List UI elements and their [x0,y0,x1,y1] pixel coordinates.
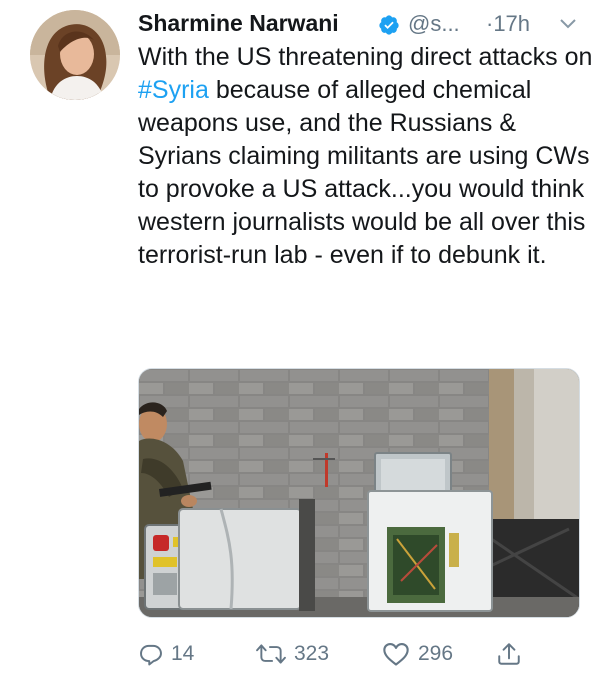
retweet-icon [256,644,286,664]
tweet-text-part: With the US threatening direct attacks o… [138,43,593,71]
reply-icon [140,644,162,666]
like-button[interactable]: 296 [382,638,466,670]
avatar[interactable] [30,10,120,100]
tweet-image[interactable] [138,368,580,618]
like-icon [383,643,409,666]
reply-count: 14 [171,642,195,665]
share-icon [498,643,520,665]
reply-button[interactable]: 14 [138,638,208,670]
tweet-text: With the US threatening direct attacks o… [138,41,593,272]
author-name[interactable]: Sharmine Narwani [138,10,339,37]
tweet-actions: 14 323 296 [138,638,578,670]
tweet-text-part: because of alleged chemical weapons use,… [138,76,590,269]
retweet-count: 323 [294,642,330,665]
hashtag-link[interactable]: #Syria [138,76,209,104]
author-handle[interactable]: @s... [408,11,460,37]
like-count: 296 [418,642,454,665]
share-button[interactable] [496,638,526,670]
verified-badge-icon [379,15,399,35]
tweet-header: Sharmine Narwani @s... ·17h [138,10,588,40]
chevron-down-icon[interactable] [558,16,578,32]
timestamp[interactable]: ·17h [486,11,530,37]
retweet-button[interactable]: 323 [256,638,348,670]
